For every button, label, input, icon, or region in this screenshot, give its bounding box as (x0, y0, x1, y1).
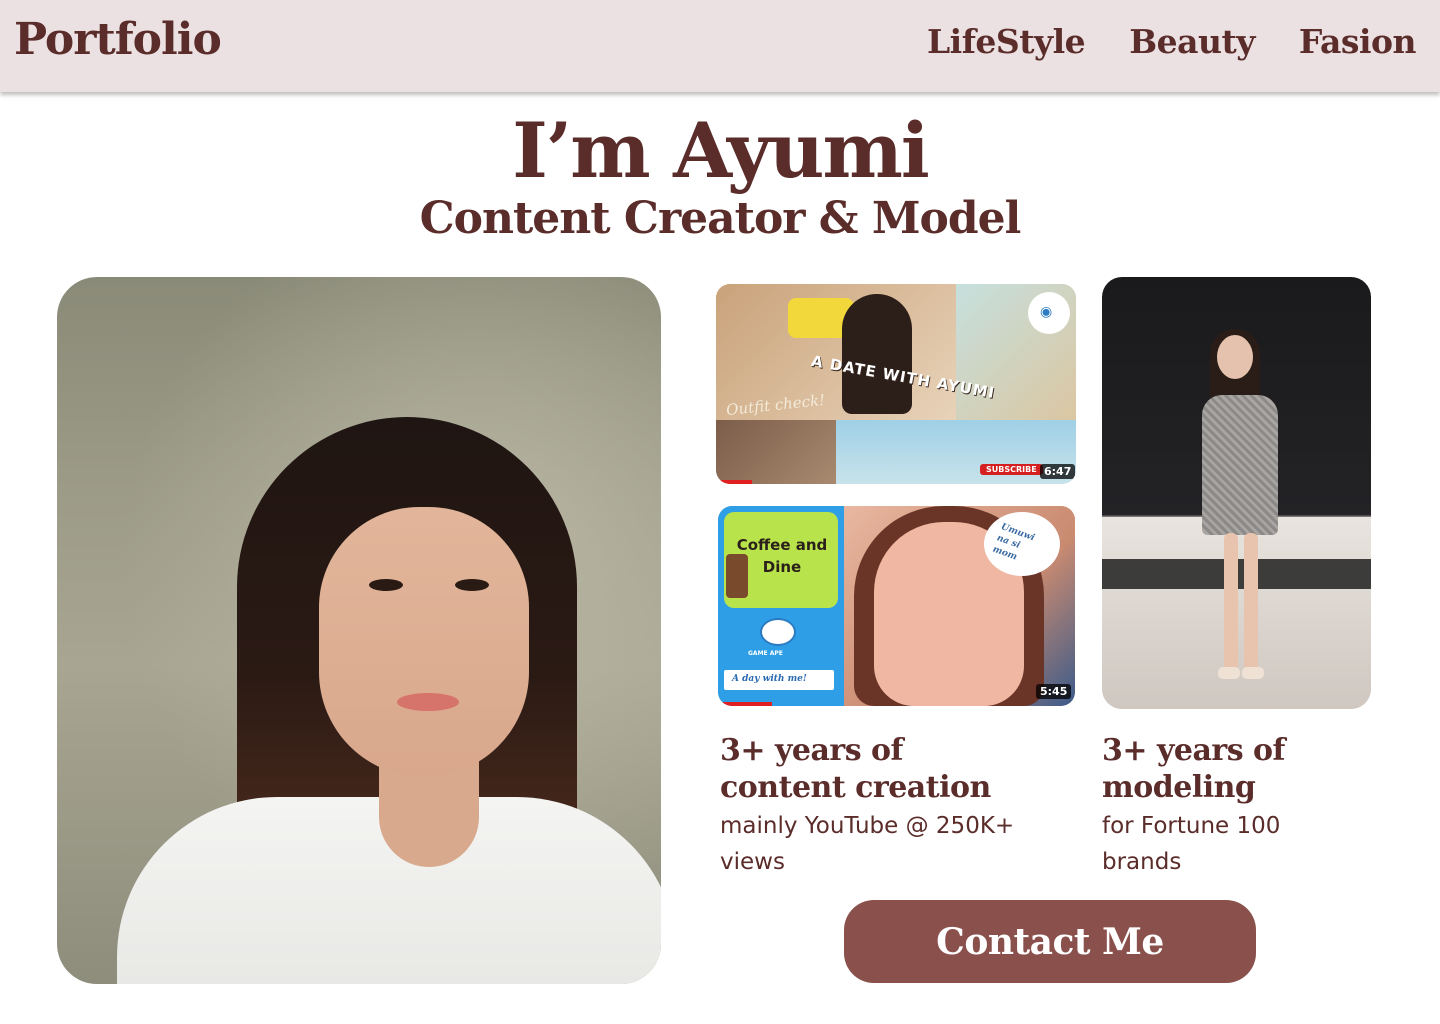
video-thumbnail-coffee[interactable]: Coffee and Dine GAME APE A day with me! … (718, 506, 1075, 706)
stat-modeling-desc: for Fortune 100 brands (1102, 808, 1402, 880)
contact-me-button[interactable]: Contact Me (844, 900, 1256, 983)
photo-shoe-left (1218, 667, 1240, 679)
nav-link-fasion[interactable]: Fasion (1299, 22, 1417, 61)
photo-leg-left (1224, 533, 1238, 673)
stat-title-line2: modeling (1102, 770, 1256, 805)
photo-coat (1202, 395, 1278, 535)
photo-head (1217, 335, 1253, 379)
video-duration: 6:47 (1040, 464, 1076, 479)
video-thumbnail-date[interactable]: A DATE WITH AYUMI Outfit check! ◉ SUBSCR… (716, 284, 1076, 484)
nav-link-lifestyle[interactable]: LifeStyle (927, 22, 1086, 61)
video-progress-bar (718, 702, 772, 706)
stat-title-line1: 3+ years of (1102, 733, 1285, 768)
hero-subtitle: Content Creator & Model (419, 193, 1022, 244)
person-graphic (842, 294, 912, 414)
thumb-brand: GAME APE (748, 650, 783, 657)
main-nav: LifeStyle Beauty Fasion (927, 22, 1417, 61)
monkey-icon: ◉ (1040, 304, 1053, 320)
thumb-left-panel: Coffee and Dine GAME APE A day with me! (718, 506, 844, 706)
stat-desc-line2: brands (1102, 849, 1182, 875)
speech-bubble: Umuwi na si mom (984, 512, 1060, 576)
top-navigation-bar: Portfolio LifeStyle Beauty Fasion (0, 0, 1440, 92)
nav-link-beauty[interactable]: Beauty (1129, 22, 1255, 61)
thumb-title-line1: Coffee and (736, 536, 828, 554)
speech-bubble-text: Umuwi na si mom (991, 521, 1036, 567)
video-duration: 5:45 (1036, 684, 1072, 699)
stat-desc-line1: mainly YouTube @ 250K+ (720, 813, 1015, 839)
thumb-banner: A day with me! (724, 670, 834, 690)
photo-leg-right (1244, 533, 1258, 673)
photo-eye-left (369, 579, 403, 591)
modeling-photo (1102, 277, 1371, 709)
thumb-panel-cafe (716, 420, 836, 484)
hero-title: I’m Ayumi (512, 106, 929, 195)
photo-lips (397, 693, 459, 711)
stat-title-line1: 3+ years of (720, 733, 903, 768)
channel-logo: ◉ (1028, 292, 1070, 334)
site-logo[interactable]: Portfolio (14, 14, 222, 65)
stat-desc-line2: views (720, 849, 785, 875)
photo-face (319, 507, 529, 777)
stat-modeling-title: 3+ years of modeling (1102, 732, 1402, 806)
stat-content-creation-title: 3+ years of content creation (720, 732, 1050, 806)
thumb-banner-text: A day with me! (732, 674, 807, 684)
monkey-logo-icon (760, 618, 796, 646)
stat-content-creation-desc: mainly YouTube @ 250K+ views (720, 808, 1050, 880)
photo-shoe-right (1242, 667, 1264, 679)
portrait-photo (57, 277, 661, 984)
coffee-cup-icon (726, 554, 748, 598)
stat-title-line2: content creation (720, 770, 991, 805)
subscribe-badge: SUBSCRIBE (980, 464, 1043, 475)
stat-desc-line1: for Fortune 100 (1102, 813, 1281, 839)
video-progress-bar (716, 480, 752, 484)
photo-eye-right (455, 579, 489, 591)
